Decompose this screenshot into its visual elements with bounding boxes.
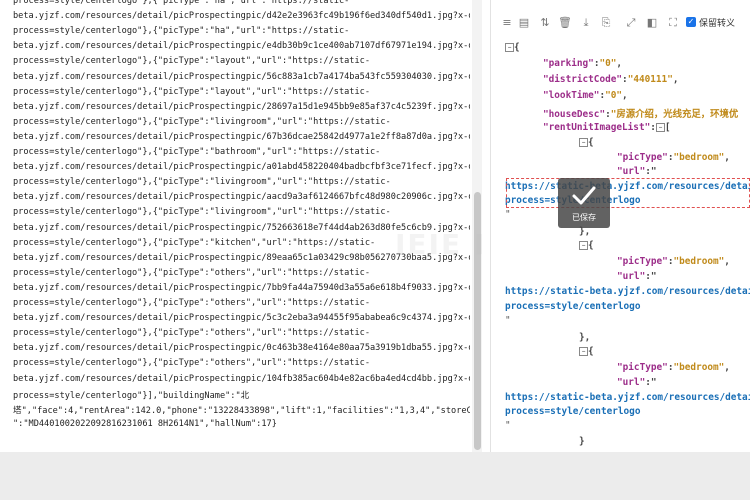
tree-row-looktime: "lookTime":"0",: [543, 90, 628, 101]
editor-line: beta.yjzf.com/resources/detail/picProspe…: [13, 101, 470, 112]
collapse-toggle-icon[interactable]: −: [579, 138, 588, 147]
editor-line: process=style/centerlogo"},{"picType":"k…: [13, 237, 376, 248]
tree-row-parking: "parking":"0",: [543, 58, 623, 69]
editor-line: process=style/centerlogo"},{"picType":"o…: [13, 267, 370, 278]
checkmark-icon: [572, 186, 596, 205]
tree-row-pictype: "picType":"bedroom",: [617, 256, 730, 267]
tree-row-housedesc: "houseDesc":"房源介绍，光线充足，环境优: [543, 109, 739, 120]
fullscreen-icon[interactable]: ⛶: [666, 16, 680, 30]
collapse-toggle-icon[interactable]: −: [505, 43, 514, 52]
editor-line: ":"MD4401002022092816231061 8H2614N1","h…: [13, 418, 277, 429]
tree-row-array-item-open[interactable]: −{: [579, 346, 594, 357]
tree-row-array-item-open[interactable]: −{: [579, 240, 594, 251]
editor-line: process=style/centerlogo"}],"buildingNam…: [13, 390, 250, 401]
collapse-toggle-icon[interactable]: −: [579, 241, 588, 250]
tree-root-brace[interactable]: −{: [505, 42, 520, 53]
tree-url-value-cont[interactable]: process=style/centerlogo: [505, 406, 640, 417]
tree-row-pictype: "picType":"bedroom",: [617, 152, 730, 163]
tree-url-value[interactable]: https://static-beta.yjzf.com/resources/d…: [505, 286, 750, 297]
editor-line: beta.yjzf.com/resources/detail/picProspe…: [13, 282, 470, 293]
editor-line: beta.yjzf.com/resources/detail/picProspe…: [13, 192, 470, 203]
tree-quote: ": [505, 315, 511, 326]
editor-line: beta.yjzf.com/resources/detail/picProspe…: [13, 131, 470, 142]
tree-row-pictype: "picType":"bedroom",: [617, 362, 730, 373]
editor-line: 塔","face":4,"rentArea":142.0,"phone":"13…: [13, 405, 470, 416]
editor-line: beta.yjzf.com/resources/detail/picProspe…: [13, 313, 470, 324]
checkbox-checked-icon[interactable]: ✓: [686, 17, 696, 27]
tree-quote: ": [505, 420, 511, 431]
tree-row-url: "url":": [617, 271, 657, 282]
tree-close-brace: },: [579, 332, 591, 343]
collapse-toggle-icon[interactable]: −: [655, 123, 665, 132]
tree-url-value[interactable]: https://static-beta.yjzf.com/resources/d…: [505, 392, 750, 403]
editor-line: process=style/centerlogo"},{"picType":"o…: [13, 298, 370, 308]
format-icon[interactable]: ≡: [500, 16, 514, 30]
editor-line: process=style/centerlogo"},{"picType":"b…: [13, 147, 381, 157]
editor-line: beta.yjzf.com/resources/detail/picProspe…: [13, 162, 470, 173]
editor-line: process=style/centerlogo"},{"picType":"l…: [13, 86, 370, 97]
editor-line: process=style/centerlogo"},{"picType":"o…: [13, 328, 370, 339]
collapse-toggle-icon[interactable]: −: [579, 347, 588, 356]
editor-line: process=style/centerlogo"},{"picType":"l…: [13, 207, 391, 218]
keep-escape-label: 保留转义: [699, 19, 736, 29]
tree-row-districtcode: "districtCode":"440111",: [543, 74, 679, 85]
download-icon[interactable]: ⤓: [579, 16, 593, 30]
sort-icon[interactable]: ⇅: [538, 16, 552, 30]
editor-line: process=style/centerlogo"},{"picType":"h…: [13, 26, 350, 37]
editor-line: beta.yjzf.com/resources/detail/picProspe…: [13, 71, 470, 82]
compress-icon[interactable]: ⤢: [624, 16, 638, 30]
editor-line: process=style/centerlogo"},{"picType":"l…: [13, 177, 391, 188]
editor-line: beta.yjzf.com/resources/detail/picProspe…: [13, 373, 470, 384]
editor-line: beta.yjzf.com/resources/detail/picProspe…: [13, 343, 470, 354]
delete-icon[interactable]: 🗑: [558, 16, 572, 30]
editor-line: beta.yjzf.com/resources/detail/picProspe…: [13, 11, 470, 22]
editor-line: process=style/centerlogo"},{"picType":"l…: [13, 116, 391, 127]
json-tree-view[interactable]: −{ "parking":"0", "districtCode":"440111…: [491, 40, 750, 452]
watermark: IEIE I: [395, 228, 487, 261]
tree-row-array-item-open[interactable]: −{: [579, 137, 594, 148]
bottom-panel: [0, 452, 750, 500]
saved-toast: 已保存: [558, 178, 610, 228]
editor-line: process=style/centerlogo"},{"picType":"l…: [13, 56, 370, 67]
tree-row-url: "url":": [617, 166, 657, 177]
tree-close-brace: }: [579, 436, 585, 447]
copy-icon[interactable]: ▤: [517, 16, 531, 30]
tree-quote: ": [505, 209, 511, 220]
editor-line: process=style/centerlogo"},{"picType":"o…: [13, 358, 370, 369]
raw-json-editor[interactable]: process=style/centerlogo"},{"picType":"h…: [0, 0, 470, 452]
editor-line: beta.yjzf.com/resources/detail/picProspe…: [13, 41, 470, 52]
tree-row-url: "url":": [617, 377, 657, 388]
selection-highlight: [506, 178, 750, 208]
editor-line: process=style/centerlogo"},{"picType":"h…: [13, 0, 350, 6]
tree-url-value-cont[interactable]: process=style/centerlogo: [505, 301, 640, 312]
saved-toast-label: 已保存: [572, 213, 596, 222]
tree-row-rentunitimagelist[interactable]: "rentUnitImageList": −[: [543, 122, 671, 133]
upload-icon[interactable]: ⎘: [599, 16, 613, 30]
back-icon[interactable]: ◧: [645, 16, 659, 30]
